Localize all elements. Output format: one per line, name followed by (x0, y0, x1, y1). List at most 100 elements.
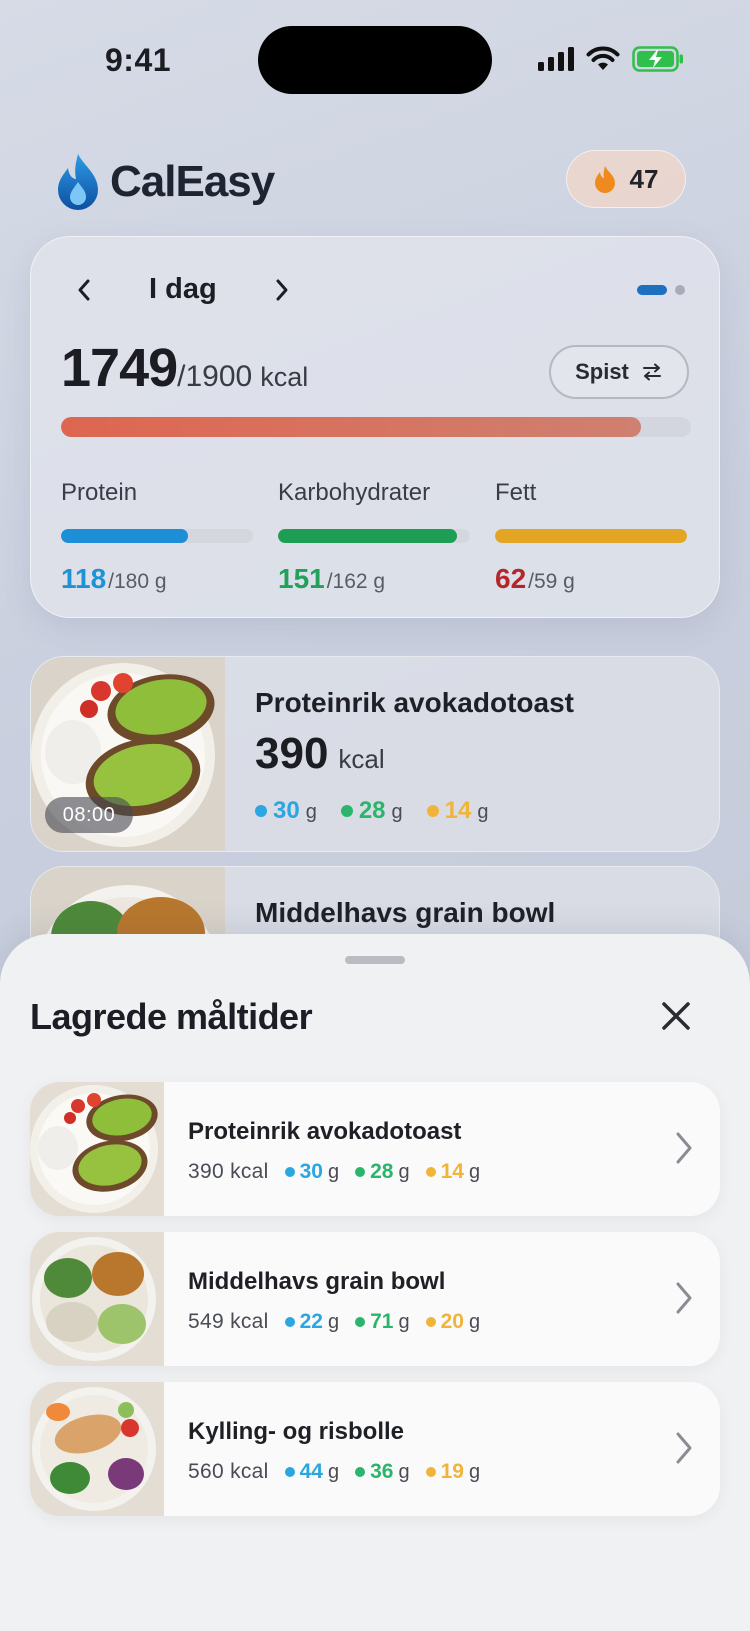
eaten-toggle-label: Spist (575, 359, 629, 384)
gram-unit: g (398, 1161, 410, 1183)
protein-dot (255, 805, 267, 817)
meal-kcal: 390 kcal (255, 729, 385, 779)
meal-title: Proteinrik avokadotoast (255, 687, 574, 718)
saved-meal-item[interactable]: Kylling- og risbolle 560 kcal 44 g 36 g 19… (30, 1382, 720, 1516)
grain-bowl-thumb (30, 1232, 164, 1366)
signal-icon (538, 47, 574, 71)
daily-summary-card: I dag 1749 /1900 kcal Spist Protein 118 … (30, 236, 720, 618)
macro-progress-fill (61, 529, 188, 543)
saved-protein: 44 g (284, 1460, 339, 1484)
saved-meals-sheet: Lagrede måltider Proteinrik avokadotoast… (0, 934, 750, 1631)
saved-carbs: 71 g (355, 1310, 410, 1334)
carbs-value: 28 (358, 797, 386, 824)
swap-arrows-icon (642, 363, 661, 381)
gram-unit: g (391, 801, 403, 823)
carbs-value: 36 (370, 1460, 394, 1483)
meal-title: Middelhavs grain bowl (255, 897, 556, 928)
page-dot-active (637, 285, 667, 295)
chevron-right-icon (676, 1432, 692, 1464)
app-header: CalEasy 47 (56, 150, 694, 220)
flame-icon (594, 166, 615, 193)
dynamic-island (258, 26, 492, 94)
protein-dot (284, 1317, 295, 1327)
saved-meal-name: Middelhavs grain bowl (188, 1268, 446, 1295)
status-time: 9:41 (105, 42, 172, 78)
macro-label: Karbohydrater (278, 479, 431, 506)
day-label: I dag (149, 273, 217, 305)
carbs-dot (355, 1167, 366, 1177)
status-icons (538, 46, 684, 72)
saved-meal-name: Kylling- og risbolle (188, 1418, 405, 1445)
battery-icon (632, 46, 683, 72)
saved-protein: 22 g (284, 1310, 339, 1334)
saved-meal-name: Proteinrik avokadotoast (188, 1118, 462, 1145)
saved-fat: 14 g (425, 1160, 481, 1184)
kcal-unit: kcal (260, 362, 309, 392)
gram-unit: g (468, 1161, 481, 1183)
sheet-title: Lagrede måltider (30, 996, 313, 1037)
wifi-icon (586, 46, 620, 70)
gram-unit: g (398, 1311, 410, 1333)
gram-unit: g (327, 1161, 340, 1183)
calorie-total: 1749 /1900 kcal (61, 337, 308, 399)
macro-progress-bar (495, 529, 687, 543)
streak-badge[interactable]: 47 (566, 150, 686, 208)
page-indicator[interactable] (637, 285, 685, 295)
macro-value: 151 /162 g (278, 563, 470, 595)
meal-card[interactable]: 08:00 Proteinrik avokadotoast 390 kcal 3… (30, 656, 720, 852)
meal-protein: 30 g (255, 797, 317, 825)
macro-amount: 151 (278, 563, 325, 594)
chevron-right-icon[interactable] (267, 276, 297, 304)
kcal-goal: /1900 (177, 360, 253, 393)
saved-meal-stats: 549 kcal 22 g 71 g 20 g (188, 1310, 480, 1334)
saved-meal-photo (30, 1232, 164, 1366)
carbs-value: 71 (370, 1310, 394, 1333)
calorie-progress-fill (61, 417, 641, 437)
carbs-dot (355, 1317, 366, 1327)
saved-meal-stats: 560 kcal 44 g 36 g 19 g (188, 1460, 480, 1484)
macro-label: Protein (61, 479, 138, 506)
protein-value: 22 (299, 1310, 323, 1333)
saved-meal-item[interactable]: Middelhavs grain bowl 549 kcal 22 g 71 g 2… (30, 1232, 720, 1366)
protein-value: 30 (299, 1160, 323, 1183)
chicken-rice-bowl-thumb (30, 1382, 164, 1516)
day-navigator: I dag (69, 273, 297, 306)
macro-goal: /180 g (108, 570, 167, 593)
macro-amount: 62 (495, 563, 527, 594)
saved-meal-kcal: 549 kcal (188, 1310, 269, 1333)
gram-unit: g (398, 1461, 410, 1483)
protein-value: 30 (273, 797, 300, 824)
macro-progress-fill (278, 529, 457, 543)
saved-meal-photo (30, 1082, 164, 1216)
chevron-left-icon[interactable] (69, 276, 99, 304)
close-icon[interactable] (654, 994, 698, 1038)
carbs-dot (340, 805, 353, 817)
chevron-right-icon (676, 1132, 692, 1164)
meal-fat: 14 g (426, 797, 489, 825)
app-name: CalEasy (110, 157, 275, 206)
saved-meal-item[interactable]: Proteinrik avokadotoast 390 kcal 30 g 28 g… (30, 1082, 720, 1216)
saved-fat: 19 g (425, 1460, 481, 1484)
gram-unit: g (468, 1461, 481, 1483)
gram-unit: g (477, 801, 489, 823)
protein-value: 44 (299, 1460, 323, 1483)
macro-goal: /59 g (528, 570, 575, 593)
meal-time-pill: 08:00 (45, 797, 133, 833)
saved-meal-photo (30, 1382, 164, 1516)
fat-dot (426, 805, 439, 817)
kcal-eaten: 1749 (61, 338, 178, 398)
macro-carbs: Karbohydrater 151 /162 g (278, 479, 470, 595)
saved-carbs: 28 g (355, 1160, 410, 1184)
eaten-toggle-button[interactable]: Spist (549, 345, 689, 399)
macro-label: Fett (495, 479, 537, 506)
sheet-grabber[interactable] (345, 956, 405, 964)
macro-goal: /162 g (326, 570, 386, 593)
protein-dot (284, 1167, 295, 1177)
protein-dot (284, 1467, 295, 1477)
avocado-toast-thumb (30, 1082, 164, 1216)
fat-value: 14 (444, 797, 472, 824)
meal-kcal-unit: kcal (338, 744, 385, 774)
macro-amount: 118 (61, 563, 107, 594)
gram-unit: g (305, 801, 317, 823)
macro-progress-bar (61, 529, 253, 543)
